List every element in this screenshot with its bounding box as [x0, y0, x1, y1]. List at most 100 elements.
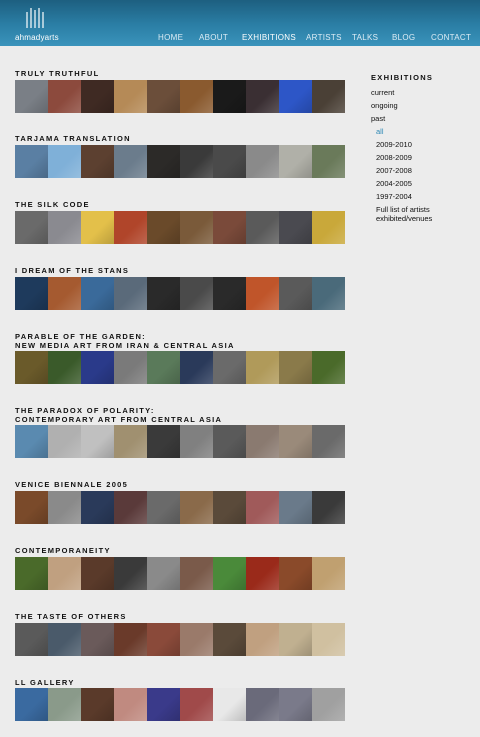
exhibition-thumbnail[interactable]	[48, 491, 81, 524]
exhibition-title[interactable]: I DREAM OF THE STANS	[15, 266, 315, 275]
exhibition-thumbnail[interactable]	[114, 688, 147, 721]
exhibition-title-line[interactable]: THE PARADOX OF POLARITY:	[15, 406, 315, 415]
exhibition-thumbnail[interactable]	[312, 277, 345, 310]
exhibition-thumbnail[interactable]	[81, 623, 114, 656]
exhibition-thumbnail[interactable]	[48, 211, 81, 244]
exhibition-thumbnail[interactable]	[15, 277, 48, 310]
exhibition-thumbnail[interactable]	[213, 277, 246, 310]
exhibition-thumbnail[interactable]	[246, 623, 279, 656]
exhibition-title[interactable]: CONTEMPORANEITY	[15, 546, 315, 555]
exhibition-thumbnail[interactable]	[312, 80, 345, 113]
exhibition-thumbnail[interactable]	[81, 277, 114, 310]
sidebar-subitem-2008-2009[interactable]: 2008-2009	[376, 153, 471, 162]
exhibition-thumbnail[interactable]	[312, 211, 345, 244]
exhibition-thumbnail[interactable]	[48, 688, 81, 721]
exhibition-title-line[interactable]: PARABLE OF THE GARDEN:	[15, 332, 315, 341]
exhibition-thumbnail[interactable]	[114, 351, 147, 384]
exhibition-thumbnail[interactable]	[180, 277, 213, 310]
exhibition-thumbnail[interactable]	[48, 145, 81, 178]
exhibition-thumbnail[interactable]	[279, 491, 312, 524]
exhibition-thumbnail[interactable]	[147, 80, 180, 113]
exhibition-thumbnail[interactable]	[279, 425, 312, 458]
exhibition-thumbnail[interactable]	[246, 80, 279, 113]
sidebar-item-current[interactable]: current	[371, 88, 471, 97]
sidebar-subitem-2004-2005[interactable]: 2004-2005	[376, 179, 471, 188]
nav-about[interactable]: ABOUT	[199, 33, 228, 42]
exhibition-thumbnail[interactable]	[213, 145, 246, 178]
exhibition-thumbnail[interactable]	[15, 425, 48, 458]
exhibition-thumbnail[interactable]	[180, 623, 213, 656]
exhibition-thumbnail[interactable]	[114, 277, 147, 310]
exhibition-thumbnail[interactable]	[213, 351, 246, 384]
nav-exhibitions[interactable]: EXHIBITIONS	[242, 33, 296, 42]
exhibition-thumbnail[interactable]	[279, 277, 312, 310]
exhibition-thumbnail[interactable]	[279, 688, 312, 721]
exhibition-thumbnail[interactable]	[246, 491, 279, 524]
exhibition-thumbnail[interactable]	[312, 623, 345, 656]
exhibition-thumbnail[interactable]	[180, 80, 213, 113]
exhibition-thumbnail[interactable]	[246, 211, 279, 244]
exhibition-title-line[interactable]: CONTEMPORARY ART FROM CENTRAL ASIA	[15, 415, 315, 424]
nav-blog[interactable]: BLOG	[392, 33, 415, 42]
exhibition-thumbnail[interactable]	[279, 145, 312, 178]
exhibition-thumbnail[interactable]	[246, 688, 279, 721]
exhibition-thumbnail[interactable]	[114, 425, 147, 458]
exhibition-thumbnail[interactable]	[180, 425, 213, 458]
exhibition-thumbnail[interactable]	[15, 145, 48, 178]
exhibition-thumbnail[interactable]	[81, 491, 114, 524]
exhibition-thumbnail[interactable]	[279, 80, 312, 113]
artists-venues-link[interactable]: Full list of artists exhibited/venues	[376, 205, 471, 223]
exhibition-thumbnail[interactable]	[48, 557, 81, 590]
exhibition-thumbnail[interactable]	[246, 145, 279, 178]
exhibition-thumbnail[interactable]	[15, 623, 48, 656]
exhibition-thumbnail[interactable]	[279, 623, 312, 656]
exhibition-thumbnail[interactable]	[114, 557, 147, 590]
sidebar-subitem-all[interactable]: all	[376, 127, 471, 136]
exhibition-thumbnail[interactable]	[15, 80, 48, 113]
exhibition-thumbnail[interactable]	[312, 491, 345, 524]
sidebar-item-ongoing[interactable]: ongoing	[371, 101, 471, 110]
exhibition-thumbnail[interactable]	[147, 688, 180, 721]
exhibition-thumbnail[interactable]	[213, 211, 246, 244]
exhibition-thumbnail[interactable]	[48, 623, 81, 656]
nav-contact[interactable]: CONTACT	[431, 33, 471, 42]
exhibition-thumbnail[interactable]	[246, 351, 279, 384]
exhibition-thumbnail[interactable]	[213, 80, 246, 113]
exhibition-thumbnail[interactable]	[312, 351, 345, 384]
exhibition-thumbnail[interactable]	[180, 491, 213, 524]
exhibition-title[interactable]: THE TASTE OF OTHERS	[15, 612, 315, 621]
exhibition-thumbnail[interactable]	[180, 557, 213, 590]
exhibition-thumbnail[interactable]	[147, 145, 180, 178]
exhibition-thumbnail[interactable]	[180, 145, 213, 178]
exhibition-thumbnail[interactable]	[279, 351, 312, 384]
exhibition-thumbnail[interactable]	[180, 351, 213, 384]
exhibition-thumbnail[interactable]	[15, 351, 48, 384]
exhibition-title[interactable]: THE SILK CODE	[15, 200, 315, 209]
exhibition-thumbnail[interactable]	[147, 211, 180, 244]
sidebar-subitem-2009-2010[interactable]: 2009-2010	[376, 140, 471, 149]
exhibition-thumbnail[interactable]	[15, 491, 48, 524]
nav-artists[interactable]: ARTISTS	[306, 33, 342, 42]
exhibition-thumbnail[interactable]	[81, 80, 114, 113]
exhibition-thumbnail[interactable]	[147, 623, 180, 656]
exhibition-title[interactable]: LL GALLERY	[15, 678, 315, 687]
exhibition-thumbnail[interactable]	[213, 557, 246, 590]
exhibition-thumbnail[interactable]	[147, 557, 180, 590]
exhibition-thumbnail[interactable]	[48, 80, 81, 113]
exhibition-thumbnail[interactable]	[48, 351, 81, 384]
exhibition-title-line[interactable]: NEW MEDIA ART FROM IRAN & CENTRAL ASIA	[15, 341, 315, 350]
exhibition-title[interactable]: TARJAMA TRANSLATION	[15, 134, 315, 143]
exhibition-thumbnail[interactable]	[81, 351, 114, 384]
exhibition-title[interactable]: VENICE BIENNALE 2005	[15, 480, 315, 489]
exhibition-thumbnail[interactable]	[312, 557, 345, 590]
exhibition-thumbnail[interactable]	[246, 557, 279, 590]
exhibition-thumbnail[interactable]	[114, 80, 147, 113]
exhibition-thumbnail[interactable]	[147, 425, 180, 458]
exhibition-thumbnail[interactable]	[180, 211, 213, 244]
exhibition-title[interactable]: TRULY TRUTHFUL	[15, 69, 315, 78]
exhibition-thumbnail[interactable]	[81, 557, 114, 590]
exhibition-thumbnail[interactable]	[81, 145, 114, 178]
exhibition-thumbnail[interactable]	[279, 211, 312, 244]
exhibition-thumbnail[interactable]	[312, 425, 345, 458]
exhibition-thumbnail[interactable]	[114, 211, 147, 244]
